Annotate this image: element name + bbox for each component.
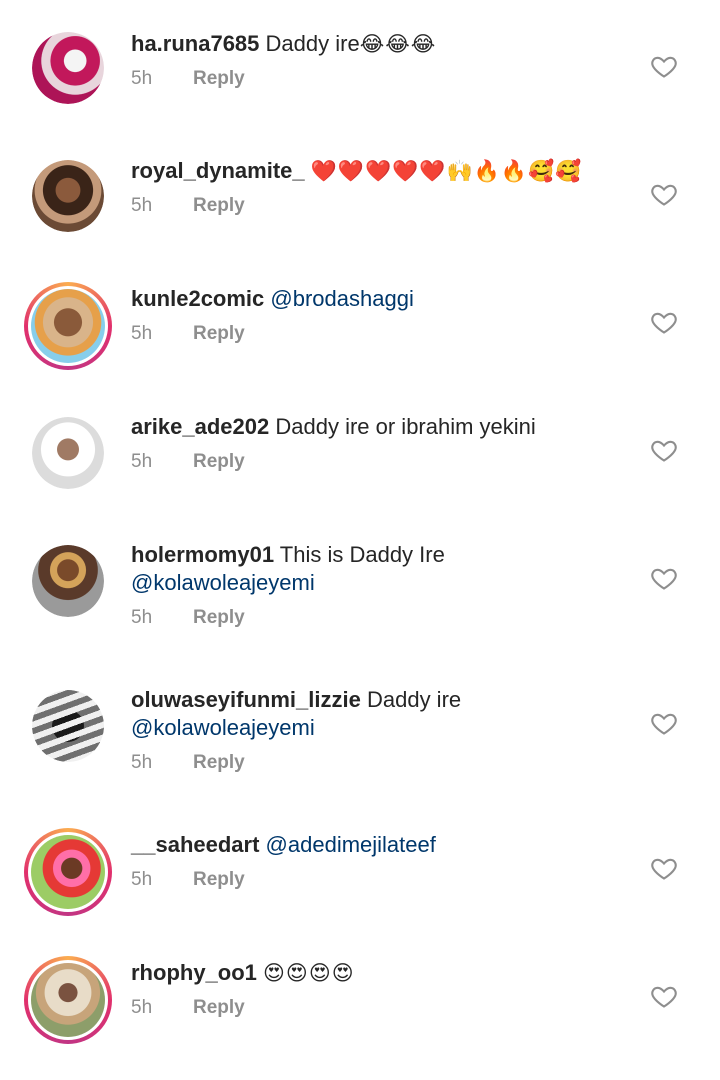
comment-text: This is Daddy Ire — [279, 542, 445, 567]
heart-outline-icon[interactable] — [650, 52, 678, 80]
comment-timestamp: 5h — [131, 869, 153, 890]
heart-outline-icon[interactable] — [650, 180, 678, 208]
comments-list: ha.runa7685 Daddy ire😂😂😂 5h Reply royal_d… — [0, 0, 720, 1080]
comment-username[interactable]: rhophy_oo1 — [131, 960, 257, 985]
comment-mention[interactable]: @adedimejilateef — [266, 832, 436, 857]
reply-button[interactable]: Reply — [193, 997, 245, 1018]
comment-body: oluwaseyifunmi_lizzie Daddy ire @kolawol… — [131, 686, 631, 775]
reply-button[interactable]: Reply — [193, 752, 245, 773]
reply-button[interactable]: Reply — [193, 195, 245, 216]
avatar[interactable] — [24, 956, 112, 1044]
avatar[interactable] — [32, 690, 104, 762]
heart-outline-icon[interactable] — [650, 982, 678, 1010]
avatar[interactable] — [32, 545, 104, 617]
avatar[interactable] — [32, 417, 104, 489]
avatar[interactable] — [32, 160, 104, 232]
reply-button[interactable]: Reply — [193, 451, 245, 472]
comment-username[interactable]: ha.runa7685 — [131, 31, 259, 56]
comment-text: Daddy ire or ibrahim yekini — [275, 414, 536, 439]
comment-body: holermomy01 This is Daddy Ire @kolawolea… — [131, 541, 631, 630]
comment-timestamp: 5h — [131, 752, 153, 773]
comment-username[interactable]: oluwaseyifunmi_lizzie — [131, 687, 361, 712]
reply-button[interactable]: Reply — [193, 869, 245, 890]
comment-timestamp: 5h — [131, 195, 153, 216]
comment-username[interactable]: __saheedart — [131, 832, 259, 857]
comment-timestamp: 5h — [131, 323, 153, 344]
comment-body: ha.runa7685 Daddy ire😂😂😂 5h Reply — [131, 30, 631, 91]
comment-body: rhophy_oo1 😍😍😍😍 5h Reply — [131, 959, 631, 1020]
reply-button[interactable]: Reply — [193, 323, 245, 344]
comment-mention[interactable]: @kolawoleajeyemi — [131, 715, 315, 740]
comment-body: royal_dynamite_ ❤️❤️❤️❤️❤️🙌🔥🔥🥰🥰 5h Reply — [131, 157, 631, 218]
comment-timestamp: 5h — [131, 997, 153, 1018]
comment-username[interactable]: royal_dynamite_ — [131, 158, 305, 183]
heart-outline-icon[interactable] — [650, 564, 678, 592]
comment-mention[interactable]: @brodashaggi — [270, 286, 413, 311]
comment-username[interactable]: kunle2comic — [131, 286, 264, 311]
comment-body: arike_ade202 Daddy ire or ibrahim yekini… — [131, 413, 631, 474]
reply-button[interactable]: Reply — [193, 68, 245, 89]
avatar[interactable] — [32, 32, 104, 104]
comment-text: Daddy ire — [265, 31, 360, 56]
comment-timestamp: 5h — [131, 607, 153, 628]
avatar[interactable] — [24, 828, 112, 916]
heart-outline-icon[interactable] — [650, 436, 678, 464]
comment-username[interactable]: arike_ade202 — [131, 414, 269, 439]
comment-username[interactable]: holermomy01 — [131, 542, 274, 567]
comment-body: kunle2comic @brodashaggi 5h Reply — [131, 285, 631, 346]
reply-button[interactable]: Reply — [193, 607, 245, 628]
comment-emoji: 😍😍😍😍 — [263, 961, 355, 985]
comment-mention[interactable]: @kolawoleajeyemi — [131, 570, 315, 595]
comment-timestamp: 5h — [131, 451, 153, 472]
avatar[interactable] — [24, 282, 112, 370]
heart-outline-icon[interactable] — [650, 308, 678, 336]
heart-outline-icon[interactable] — [650, 709, 678, 737]
comment-emoji: ❤️❤️❤️❤️❤️🙌🔥🔥🥰🥰 — [310, 159, 583, 183]
comment-body: __saheedart @adedimejilateef 5h Reply — [131, 831, 631, 892]
heart-outline-icon[interactable] — [650, 854, 678, 882]
comment-emoji: 😂😂😂 — [359, 32, 437, 56]
comment-text: Daddy ire — [366, 687, 462, 712]
comment-timestamp: 5h — [131, 68, 153, 89]
